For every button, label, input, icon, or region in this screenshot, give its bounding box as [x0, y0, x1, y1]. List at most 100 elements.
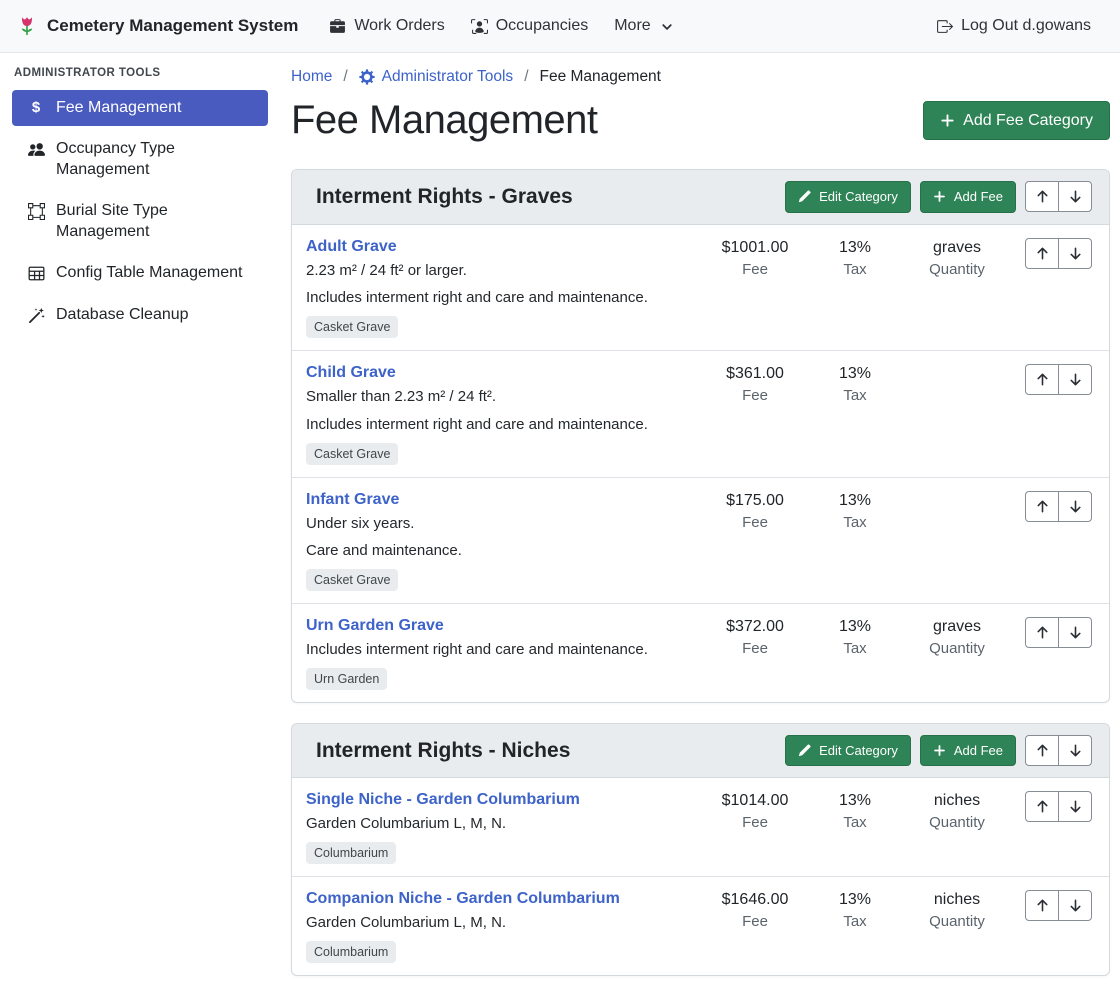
sidebar: ADMINISTRATOR TOOLS $Fee ManagementOccup…: [0, 53, 280, 338]
fee-category-card: Interment Rights - Graves Edit Category Ad…: [291, 169, 1110, 703]
move-fee-down-button[interactable]: [1058, 890, 1092, 921]
fee-quantity-label: Quantity: [900, 261, 1014, 278]
breadcrumb-label: Home: [291, 68, 332, 86]
fee-amount-value: $1014.00: [700, 792, 810, 810]
fee-tax-col: 13%Tax: [810, 491, 900, 531]
move-fee-down-button[interactable]: [1058, 791, 1092, 822]
sidebar-item-label: Config Table Management: [56, 263, 243, 283]
move-fee-up-button[interactable]: [1025, 364, 1059, 395]
move-fee-down-button[interactable]: [1058, 617, 1092, 648]
sidebar-item-occupancy-type-management[interactable]: Occupancy Type Management: [12, 131, 268, 188]
fee-reorder-group: [1025, 491, 1092, 522]
fee-tax-col: 13%Tax: [810, 617, 900, 657]
move-fee-up-button[interactable]: [1025, 491, 1059, 522]
fee-tax-label: Tax: [810, 814, 900, 831]
sidebar-item-database-cleanup[interactable]: Database Cleanup: [12, 297, 268, 333]
sidebar-item-config-table-management[interactable]: Config Table Management: [12, 255, 268, 291]
fee-amount-label: Fee: [700, 913, 810, 930]
fee-tax-value: 13%: [810, 792, 900, 810]
breadcrumb-item-administrator-tools[interactable]: Administrator Tools: [359, 68, 514, 86]
fee-name-link[interactable]: Companion Niche - Garden Columbarium: [306, 890, 620, 908]
fee-name-link[interactable]: Single Niche - Garden Columbarium: [306, 791, 580, 809]
arrow-down-icon: [1068, 499, 1083, 514]
breadcrumb-separator: /: [343, 68, 347, 86]
move-category-down-button[interactable]: [1058, 181, 1092, 212]
pencil-icon: [798, 190, 811, 203]
brand[interactable]: Cemetery Management System: [16, 15, 298, 37]
category-header: Interment Rights - Graves Edit Category Ad…: [292, 170, 1109, 225]
fee-description: Includes interment right and care and ma…: [306, 639, 694, 661]
fee-row: Child Grave Smaller than 2.23 m² / 24 ft²…: [292, 350, 1109, 477]
fee-name-link[interactable]: Child Grave: [306, 364, 396, 382]
fee-list: Adult Grave2.23 m² / 24 ft² or larger.In…: [292, 225, 1109, 702]
fee-tax-value: 13%: [810, 492, 900, 510]
edit-category-button[interactable]: Edit Category: [785, 181, 911, 213]
fee-quantity-label: Quantity: [900, 814, 1014, 831]
arrow-down-icon: [1068, 625, 1083, 640]
move-fee-down-button[interactable]: [1058, 491, 1092, 522]
fee-reorder-group: [1025, 364, 1092, 395]
fee-quantity-value: niches: [900, 792, 1014, 810]
category-title: Interment Rights - Niches: [316, 739, 570, 763]
move-fee-down-button[interactable]: [1058, 364, 1092, 395]
page-header: Fee Management Add Fee Category: [291, 98, 1110, 143]
arrow-down-icon: [1068, 189, 1083, 204]
fee-quantity-value: graves: [900, 618, 1014, 636]
fee-tax-label: Tax: [810, 261, 900, 278]
fee-name-link[interactable]: Infant Grave: [306, 491, 399, 509]
fee-amount-label: Fee: [700, 387, 810, 404]
plus-icon: [940, 113, 955, 128]
move-fee-up-button[interactable]: [1025, 617, 1059, 648]
fee-tax-value: 13%: [810, 891, 900, 909]
nav-item-work-orders[interactable]: Work Orders: [316, 9, 457, 43]
fee-description: Smaller than 2.23 m² / 24 ft².: [306, 386, 694, 408]
arrow-up-icon: [1035, 625, 1050, 640]
arrow-down-icon: [1068, 372, 1083, 387]
move-fee-up-button[interactable]: [1025, 238, 1059, 269]
breadcrumb-item-home[interactable]: Home: [291, 68, 332, 86]
fee-quantity-col: gravesQuantity: [900, 238, 1014, 278]
fee-description: Care and maintenance.: [306, 540, 694, 562]
fee-main: Single Niche - Garden ColumbariumGarden …: [306, 791, 700, 864]
nav-item-occupancies[interactable]: Occupancies: [458, 9, 602, 43]
main-content: Home/Administrator Tools/Fee Management …: [280, 53, 1120, 996]
fee-main: Urn Garden Grave Includes interment right…: [306, 617, 700, 690]
add-fee-category-button[interactable]: Add Fee Category: [923, 101, 1110, 140]
arrow-down-icon: [1068, 799, 1083, 814]
move-fee-up-button[interactable]: [1025, 890, 1059, 921]
add-fee-button[interactable]: Add Fee: [920, 735, 1016, 767]
fee-tax-col: 13%Tax: [810, 364, 900, 404]
move-fee-up-button[interactable]: [1025, 791, 1059, 822]
fee-amount-label: Fee: [700, 261, 810, 278]
fee-description: Includes interment right and care and ma…: [306, 287, 694, 309]
breadcrumb: Home/Administrator Tools/Fee Management: [291, 68, 1110, 86]
briefcase-icon: [329, 18, 346, 35]
fee-amount-label: Fee: [700, 814, 810, 831]
fee-amount-value: $372.00: [700, 618, 810, 636]
fee-type-badge: Columbarium: [306, 941, 396, 963]
edit-category-button[interactable]: Edit Category: [785, 735, 911, 767]
move-category-up-button[interactable]: [1025, 735, 1059, 766]
fee-name-link[interactable]: Urn Garden Grave: [306, 617, 444, 635]
arrow-down-icon: [1068, 246, 1083, 261]
fee-reorder-group: [1025, 617, 1092, 648]
arrow-down-icon: [1068, 743, 1083, 758]
arrow-up-icon: [1035, 372, 1050, 387]
fee-type-badge: Casket Grave: [306, 316, 398, 338]
logout-link[interactable]: Log Out d.gowans: [923, 9, 1104, 43]
category-title: Interment Rights - Graves: [316, 185, 573, 209]
sidebar-item-burial-site-type-management[interactable]: Burial Site Type Management: [12, 193, 268, 250]
brand-title: Cemetery Management System: [47, 16, 298, 36]
add-fee-label: Add Fee: [954, 189, 1003, 205]
fee-name-link[interactable]: Adult Grave: [306, 238, 397, 256]
nav-item-more[interactable]: More: [601, 9, 685, 43]
fee-amount-label: Fee: [700, 514, 810, 531]
fee-amount-value: $361.00: [700, 365, 810, 383]
add-fee-button[interactable]: Add Fee: [920, 181, 1016, 213]
move-category-down-button[interactable]: [1058, 735, 1092, 766]
move-category-up-button[interactable]: [1025, 181, 1059, 212]
move-fee-down-button[interactable]: [1058, 238, 1092, 269]
flower-logo-icon: [16, 15, 38, 37]
sidebar-item-fee-management[interactable]: $Fee Management: [12, 90, 268, 126]
dollar-icon: $: [26, 100, 46, 115]
